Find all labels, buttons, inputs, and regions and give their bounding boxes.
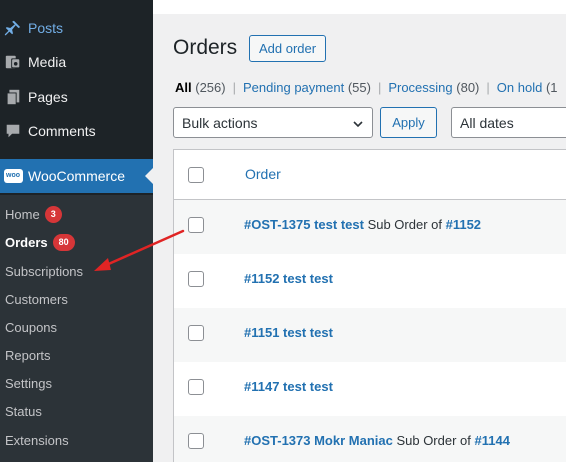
page-title: Orders xyxy=(173,36,238,59)
sub-order-text: Sub Order of xyxy=(392,433,475,448)
row-checkbox[interactable] xyxy=(188,379,204,395)
sub-order-text: Sub Order of xyxy=(363,217,446,232)
table-row: #1152 test test xyxy=(174,254,566,308)
row-checkbox[interactable] xyxy=(188,271,204,287)
table-row: #OST-1373 Mokr Maniac Sub Order of #1144 xyxy=(174,416,566,462)
filter-on-hold-count: (1 xyxy=(545,80,558,95)
menu-item-pages-label: Pages xyxy=(28,89,68,105)
submenu-orders[interactable]: Orders 80 xyxy=(5,232,75,252)
submenu-extensions[interactable]: Extensions xyxy=(5,430,69,450)
main-content: Orders Add order All (256) | Pending pay… xyxy=(153,0,566,462)
filter-separator: | xyxy=(486,80,490,95)
top-strip xyxy=(153,0,566,14)
table-row: #OST-1375 test test Sub Order of #1152 xyxy=(174,200,566,254)
order-link[interactable]: #OST-1373 Mokr Maniac xyxy=(244,433,393,448)
menu-item-woocommerce[interactable]: woo WooCommerce xyxy=(0,159,153,193)
submenu-subscriptions-label: Subscriptions xyxy=(5,263,84,279)
submenu-reports-label: Reports xyxy=(5,347,51,363)
submenu-coupons[interactable]: Coupons xyxy=(5,317,57,337)
orders-table: Order #OST-1375 test test Sub Order of #… xyxy=(173,149,566,462)
row-checkbox[interactable] xyxy=(188,433,204,449)
order-link[interactable]: #OST-1375 test test xyxy=(244,217,364,232)
filter-processing-count: (80) xyxy=(456,80,480,95)
media-icon xyxy=(0,53,28,71)
select-all-checkbox[interactable] xyxy=(188,167,204,183)
orders-count-badge: 80 xyxy=(52,233,75,251)
menu-item-comments-label: Comments xyxy=(28,123,96,139)
order-cell: #1152 test test xyxy=(244,271,333,286)
order-cell: #OST-1375 test test Sub Order of #1152 xyxy=(244,217,481,232)
menu-item-comments[interactable]: Comments xyxy=(0,114,153,148)
submenu-settings[interactable]: Settings xyxy=(5,373,52,393)
comments-icon xyxy=(0,122,28,140)
menu-item-posts[interactable]: Posts xyxy=(0,11,153,45)
filter-separator: | xyxy=(377,80,382,95)
submenu-orders-label: Orders xyxy=(5,234,48,250)
chevron-down-icon xyxy=(352,117,364,133)
order-link[interactable]: #1147 test test xyxy=(244,379,333,394)
home-count-badge: 3 xyxy=(44,205,62,223)
menu-item-woocommerce-label: WooCommerce xyxy=(28,168,125,184)
date-filter-value: All dates xyxy=(460,114,514,131)
filter-all[interactable]: All (256) xyxy=(175,80,226,95)
submenu-home[interactable]: Home 3 xyxy=(5,204,62,224)
order-cell: #OST-1373 Mokr Maniac Sub Order of #1144 xyxy=(244,433,510,448)
menu-item-pages[interactable]: Pages xyxy=(0,80,153,114)
order-cell: #1151 test test xyxy=(244,325,333,340)
woo-logo-text: woo xyxy=(3,169,23,183)
filter-processing-label: Processing xyxy=(388,80,453,95)
parent-order-link[interactable]: #1144 xyxy=(475,433,510,448)
filter-pending-count: (55) xyxy=(347,80,371,95)
date-filter-select[interactable]: All dates xyxy=(451,107,566,138)
apply-button[interactable]: Apply xyxy=(380,107,437,138)
menu-item-posts-label: Posts xyxy=(28,20,64,36)
bulk-actions-select[interactable]: Bulk actions xyxy=(173,107,373,138)
menu-item-media[interactable]: Media xyxy=(0,45,153,79)
filter-all-label: All xyxy=(175,80,192,95)
submenu-home-label: Home xyxy=(5,206,40,222)
submenu-reports[interactable]: Reports xyxy=(5,345,51,365)
submenu-extensions-label: Extensions xyxy=(5,432,69,448)
order-link[interactable]: #1152 test test xyxy=(244,271,333,286)
table-row: #1151 test test xyxy=(174,308,566,362)
submenu-customers-label: Customers xyxy=(5,291,68,307)
column-header-order[interactable]: Order xyxy=(245,166,281,182)
filter-all-count: (256) xyxy=(195,80,226,95)
submenu-customers[interactable]: Customers xyxy=(5,289,68,309)
row-checkbox[interactable] xyxy=(188,325,204,341)
woo-icon: woo xyxy=(0,169,28,183)
filter-pending-payment[interactable]: Pending payment (55) xyxy=(243,80,371,95)
table-row: #1147 test test xyxy=(174,362,566,416)
woocommerce-submenu: Home 3 Orders 80 Subscriptions Customers… xyxy=(0,195,153,462)
filter-on-hold[interactable]: On hold (1 xyxy=(497,80,558,95)
row-checkbox[interactable] xyxy=(188,217,204,233)
order-cell: #1147 test test xyxy=(244,379,333,394)
parent-order-link[interactable]: #1152 xyxy=(446,217,481,232)
filter-separator: | xyxy=(232,80,236,95)
table-header: Order xyxy=(174,150,566,200)
menu-item-media-label: Media xyxy=(28,54,67,70)
order-link[interactable]: #1151 test test xyxy=(244,325,333,340)
submenu-status-label: Status xyxy=(5,403,42,419)
add-order-button[interactable]: Add order xyxy=(249,35,327,62)
status-filters: All (256) | Pending payment (55) | Proce… xyxy=(175,80,558,95)
submenu-status[interactable]: Status xyxy=(5,401,42,421)
pin-icon xyxy=(0,19,28,37)
filter-processing[interactable]: Processing (80) xyxy=(388,80,479,95)
pages-icon xyxy=(0,88,28,106)
submenu-settings-label: Settings xyxy=(5,375,52,391)
filter-on-hold-label: On hold xyxy=(496,80,543,95)
bulk-actions-value: Bulk actions xyxy=(182,114,258,131)
submenu-coupons-label: Coupons xyxy=(5,319,58,335)
filter-pending-label: Pending payment xyxy=(243,80,345,95)
admin-sidebar: Posts Media Pages Comments woo WooCommer… xyxy=(0,0,153,462)
submenu-subscriptions[interactable]: Subscriptions xyxy=(5,261,83,281)
active-menu-caret xyxy=(145,168,153,184)
